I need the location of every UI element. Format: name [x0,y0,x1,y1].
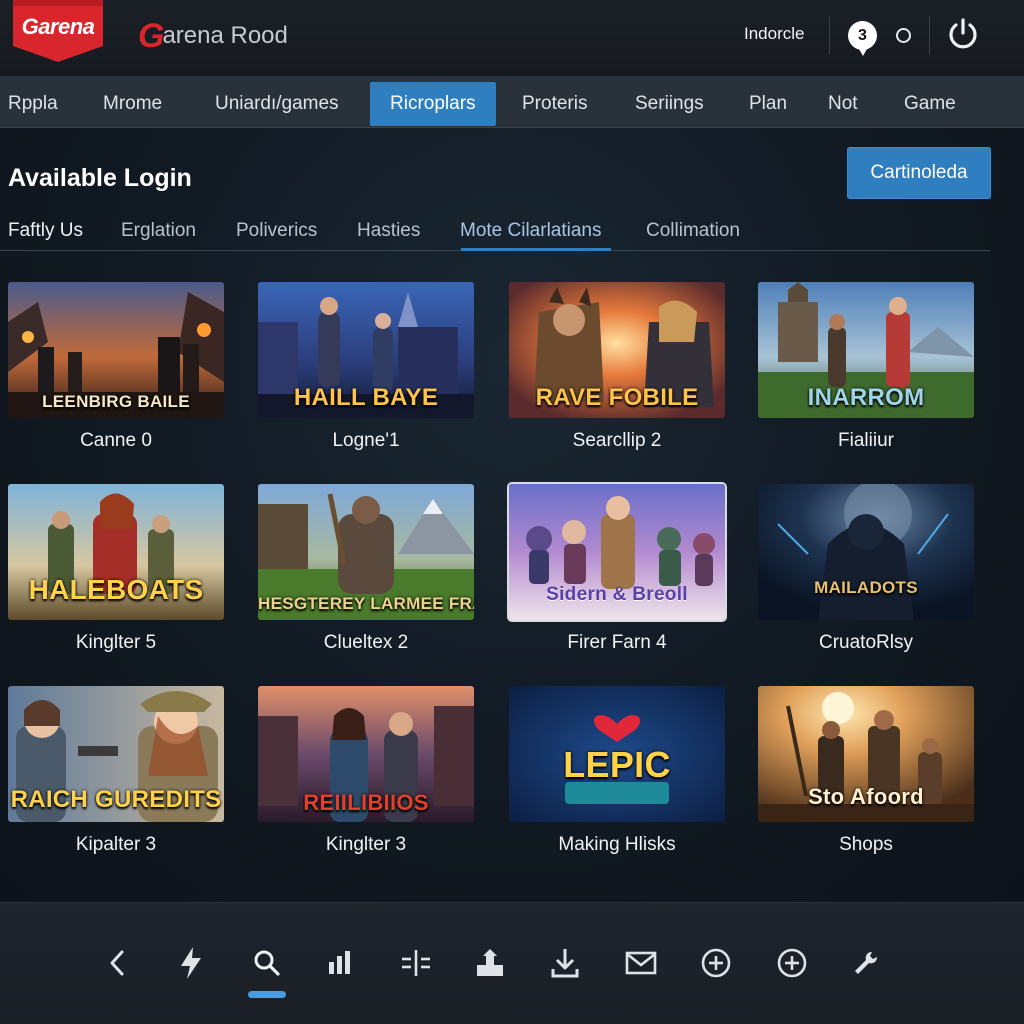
brand-name: G arena Rood [138,17,288,55]
search-icon[interactable] [247,943,287,983]
game-thumbnail-selected[interactable]: Sidern & Breoll [509,484,725,620]
game-art-title: HESGTEREY LARMEE FRANOS [258,594,474,613]
game-art-title: MAILADOTS [814,578,918,597]
garena-logo[interactable]: Garena [11,0,105,62]
upload-icon[interactable] [470,943,510,983]
game-label[interactable]: Kipalter 3 [8,834,224,856]
tab-collimation[interactable]: Collimation [646,220,740,242]
add-circle-icon[interactable] [772,943,812,983]
page-title: Available Login [8,164,192,192]
game-card[interactable]: RAVE FOBILE Searcllip 2 [509,282,725,452]
game-card[interactable]: HESGTEREY LARMEE FRANOS Clueltex 2 [258,484,474,654]
nav-item-rppla[interactable]: Rppla [8,82,58,126]
game-thumbnail[interactable]: MAILADOTS [758,484,974,620]
tab-hasties[interactable]: Hasties [357,220,420,242]
back-icon[interactable] [98,943,138,983]
game-art-title: INARROM [807,384,925,411]
game-thumbnail[interactable]: HAILL BAYE [258,282,474,418]
brand-mark: G [138,17,165,55]
game-card[interactable]: LEENBIRG BAILE Canne 0 [8,282,224,452]
nav-item-games[interactable]: Uniardı/games [215,82,339,126]
header-divider [829,16,830,54]
game-art-title: LEPIC [563,744,671,785]
game-card[interactable]: REIILIBIIOS Kinglter 3 [258,686,474,856]
nav-item-proteris[interactable]: Proteris [522,82,587,126]
game-label[interactable]: Kinglter 5 [8,632,224,654]
primary-action-button[interactable]: Cartinoleda [847,147,991,199]
game-art-title: RAVE FOBILE [535,384,699,411]
game-art-title: RAICH GUREDITS [10,786,222,813]
game-label[interactable]: Searcllip 2 [509,430,725,452]
header-divider [929,16,930,54]
game-art-title: HAILL BAYE [293,384,439,411]
game-thumbnail[interactable]: LEPIC [509,686,725,822]
game-art-title: REIILIBIIOS [303,790,429,815]
nav-item-mrome[interactable]: Mrome [103,82,162,126]
game-art-title: HALEBOATS [28,574,204,605]
top-nav: Rppla Mrome Uniardı/games Ricroplars Pro… [0,76,1024,128]
game-label[interactable]: Logne'1 [258,430,474,452]
tab-faftly-us[interactable]: Faftly Us [8,220,83,242]
stats-icon[interactable] [320,943,360,983]
mail-icon[interactable] [621,943,661,983]
nav-item-plan[interactable]: Plan [749,82,787,126]
game-card[interactable]: INARROM Fialiiur [758,282,974,452]
wrench-icon[interactable] [845,943,885,983]
game-label[interactable]: Clueltex 2 [258,632,474,654]
download-icon[interactable] [545,943,585,983]
status-dot-icon[interactable] [896,28,911,43]
tab-erglation[interactable]: Erglation [121,220,196,242]
game-card[interactable]: LEPIC Making Hlisks [509,686,725,856]
game-card[interactable]: HAILL BAYE Logne'1 [258,282,474,452]
game-thumbnail[interactable]: REIILIBIIOS [258,686,474,822]
game-thumbnail[interactable]: HALEBOATS [8,484,224,620]
nav-item-settings[interactable]: Seriings [635,82,704,126]
game-card[interactable]: Sidern & Breoll Firer Farn 4 [509,484,725,654]
nav-item-ricroplars[interactable]: Ricroplars [370,82,496,126]
game-label[interactable]: Canne 0 [8,430,224,452]
game-art-title: Sto Afoord [808,784,924,809]
nav-item-not[interactable]: Not [828,82,858,126]
game-card[interactable]: Sto Afoord Shops [758,686,974,856]
tab-poliverics[interactable]: Poliverics [236,220,317,242]
active-tab-indicator [461,248,611,251]
game-art-title: Sidern & Breoll [546,584,688,605]
power-icon[interactable] [945,16,981,52]
game-art-title: LEENBIRG BAILE [42,392,190,411]
main-content: Available Login Cartinoleda Faftly Us Er… [0,128,1024,902]
add-circle-icon[interactable] [696,943,736,983]
game-label[interactable]: Shops [758,834,974,856]
game-label[interactable]: Making Hlisks [509,834,725,856]
game-label[interactable]: Firer Farn 4 [509,632,725,654]
split-icon[interactable] [396,943,436,983]
game-card[interactable]: HALEBOATS Kinglter 5 [8,484,224,654]
game-thumbnail[interactable]: Sto Afoord [758,686,974,822]
app-header: Garena G arena Rood Indorcle 3 [0,0,1024,76]
game-label[interactable]: Kinglter 3 [258,834,474,856]
game-thumbnail[interactable]: HESGTEREY LARMEE FRANOS [258,484,474,620]
brand-text: arena Rood [162,22,288,49]
nav-item-game[interactable]: Game [904,82,956,126]
logo-text: Garena [21,14,95,39]
user-menu[interactable]: Indorcle [744,24,804,44]
game-label[interactable]: Fialiiur [758,430,974,452]
game-thumbnail[interactable]: RAICH GUREDITS [8,686,224,822]
bottom-toolbar [0,902,1024,1024]
game-thumbnail[interactable]: RAVE FOBILE [509,282,725,418]
notification-badge[interactable]: 3 [848,21,877,56]
game-card[interactable]: MAILADOTS CruatoRlsy [758,484,974,654]
game-card[interactable]: RAICH GUREDITS Kipalter 3 [8,686,224,856]
sub-tabs: Faftly Us Erglation Poliverics Hasties M… [0,210,990,251]
game-thumbnail[interactable]: INARROM [758,282,974,418]
game-label[interactable]: CruatoRlsy [758,632,974,654]
active-tool-indicator [248,991,286,998]
tab-mote-cilarlatians[interactable]: Mote Cilarlatians [460,220,602,242]
game-thumbnail[interactable]: LEENBIRG BAILE [8,282,224,418]
lightning-icon[interactable] [171,943,211,983]
